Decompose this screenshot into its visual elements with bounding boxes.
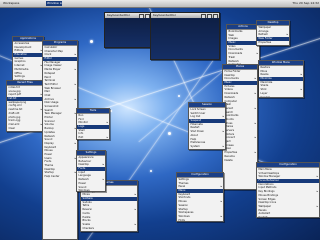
close-icon[interactable]	[213, 13, 218, 18]
menu-item[interactable]: Exit	[77, 136, 109, 139]
menu-places[interactable]: PlacesHome FolderDesktopDocumentsMusicPi…	[222, 64, 258, 190]
window-content[interactable]	[105, 19, 151, 47]
maximize-icon[interactable]	[207, 13, 212, 18]
minimize-icon[interactable]	[201, 13, 206, 18]
light-star	[178, 95, 180, 97]
light-star	[90, 40, 93, 43]
menu-programs[interactable]: ProgramsCalculatorCharacter MapClockEdit…	[42, 40, 78, 240]
editor-window[interactable]: Keyboardeditor	[104, 12, 152, 48]
clock: Thu 20 Sep 14:32	[292, 1, 319, 5]
window-title: Keyboardeditor	[107, 13, 130, 17]
menu-window[interactable]: Window MenuRestoreMoveResizeMinimizeMaxi…	[258, 60, 304, 98]
taskbar-item-active[interactable]: Window List	[46, 1, 62, 6]
menu-item[interactable]: Hints	[177, 219, 223, 221]
menu-tools[interactable]: ToolsRunFindMonitorLogsShellInfoExit	[76, 108, 110, 140]
window-controls	[200, 13, 218, 18]
menu-item[interactable]: Restart	[257, 216, 319, 217]
menu-recent-files[interactable]: Recent Files notes.txt scene.jpg report.pdf…	[6, 80, 44, 132]
light-star	[168, 132, 171, 135]
menu-configuration[interactable]: ConfigurationSettingsThemesPanelMenuKeyb…	[176, 172, 224, 222]
window-title: Keyboardeditor	[153, 13, 176, 17]
menu-settings[interactable]: SettingsAppearanceBehaviourDesktopFontsI…	[76, 150, 106, 192]
menu-item[interactable]: Delete	[223, 159, 257, 163]
menu-item[interactable]: Properties	[257, 41, 289, 45]
menu-item[interactable]: Send to	[259, 96, 303, 98]
menu-configuration-main[interactable]: Configuration Main Menu Virtual Desktops Wi…	[256, 162, 320, 218]
light-star	[150, 170, 152, 172]
taskbar-item[interactable]: Workspace	[2, 1, 22, 6]
menu-item[interactable]: Windows	[77, 189, 105, 191]
window-controls	[138, 13, 150, 18]
taskbar: Workspace Window List Thu 20 Sep 14:32	[0, 0, 320, 8]
light-star	[110, 110, 112, 112]
window-content[interactable]	[151, 19, 219, 59]
menu-session[interactable]: SessionLock ScreenSwitch UserLog OutSusp…	[188, 102, 226, 150]
minimize-icon[interactable]	[139, 13, 144, 18]
menu-item[interactable]: Checkers	[81, 227, 137, 231]
menu-item[interactable]: Update	[189, 149, 225, 150]
menu-actions[interactable]: ActionsBookmarksWebImagesMusicVideoDocum…	[226, 24, 260, 66]
menu-desktop[interactable]: DesktopWallpaperArrangeRefreshNew Folder…	[256, 20, 290, 46]
window-titlebar[interactable]: Keyboardeditor	[151, 13, 219, 18]
editor-window-large[interactable]: Keyboardeditor	[150, 12, 220, 60]
menu-item[interactable]: Help Center	[43, 175, 77, 179]
window-titlebar[interactable]: Keyboardeditor	[105, 13, 151, 18]
menu-item[interactable]: ...	[7, 130, 43, 131]
